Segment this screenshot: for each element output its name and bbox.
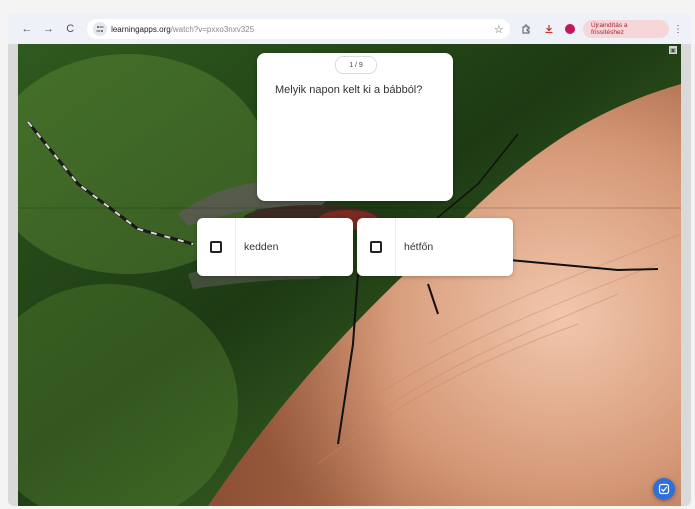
answer-label: hétfőn — [404, 241, 434, 253]
back-button[interactable]: ← — [18, 20, 36, 38]
reload-icon: C — [66, 23, 75, 35]
answer-option-kedden[interactable]: kedden — [197, 218, 353, 276]
checkbox-icon[interactable] — [370, 241, 382, 253]
browser-window: ← → C learningapps.org/watch?v=pxxo3nxv3… — [8, 14, 691, 506]
star-icon[interactable]: ☆ — [494, 23, 504, 36]
forward-icon: → — [43, 23, 55, 35]
profile-icon[interactable] — [565, 24, 576, 34]
question-text: Melyik napon kelt ki a bábból? — [275, 84, 423, 96]
fullscreen-icon[interactable]: ▣ — [669, 46, 677, 54]
question-counter: 1 / 9 — [335, 56, 377, 74]
check-answer-button[interactable] — [653, 478, 675, 500]
app-viewport: ▣ 1 / 9 Melyik napon kelt ki a bábból? k… — [18, 44, 681, 506]
extensions-icon[interactable] — [518, 21, 534, 37]
check-icon — [658, 483, 670, 495]
answer-label: kedden — [244, 241, 279, 253]
download-icon[interactable] — [541, 21, 557, 37]
url-host: learningapps.org — [111, 24, 171, 34]
back-icon: ← — [21, 23, 33, 35]
answer-checkbox-zone[interactable] — [197, 218, 236, 276]
address-bar[interactable]: learningapps.org/watch?v=pxxo3nxv325 ☆ — [87, 19, 510, 39]
answer-checkbox-zone[interactable] — [357, 218, 396, 276]
update-restart-button[interactable]: Újraindítás a frissítéshez — [583, 20, 669, 38]
site-info-icon[interactable] — [93, 22, 108, 36]
reload-button[interactable]: C — [61, 20, 79, 38]
checkbox-icon[interactable] — [210, 241, 222, 253]
forward-button[interactable]: → — [40, 20, 58, 38]
question-card: 1 / 9 Melyik napon kelt ki a bábból? — [257, 53, 453, 201]
answer-option-hetfon[interactable]: hétfőn — [357, 218, 513, 276]
url-path: /watch?v=pxxo3nxv325 — [170, 24, 255, 34]
more-icon[interactable]: ⋮ — [673, 24, 683, 35]
browser-toolbar: ← → C learningapps.org/watch?v=pxxo3nxv3… — [8, 14, 691, 44]
